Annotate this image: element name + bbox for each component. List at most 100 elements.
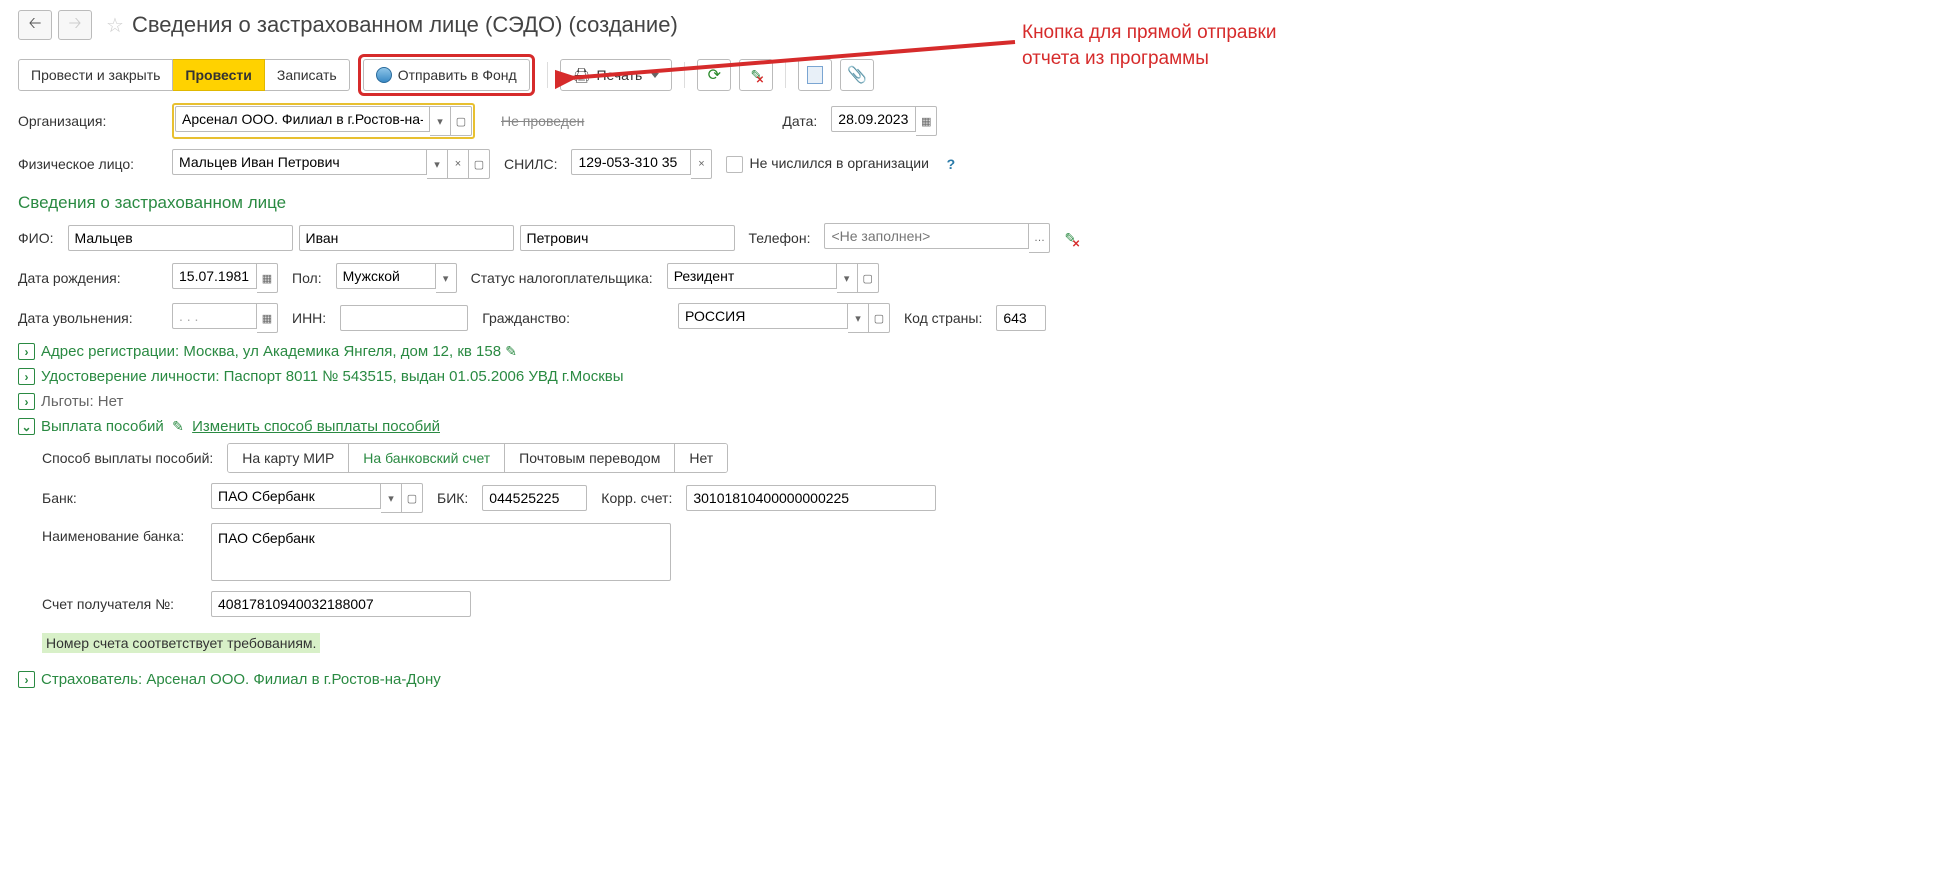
method-bank[interactable]: На банковский счет bbox=[349, 444, 505, 472]
tax-combo[interactable]: ▾ ▢ bbox=[667, 263, 879, 293]
org-dropdown[interactable]: ▾ bbox=[430, 106, 451, 136]
snils-label: СНИЛС: bbox=[504, 156, 557, 172]
country-input[interactable] bbox=[996, 305, 1046, 331]
nav-forward-button[interactable]: 🡢 bbox=[58, 10, 92, 40]
annotation-line2: отчета из программы bbox=[1022, 46, 1276, 72]
date-input[interactable] bbox=[831, 106, 916, 132]
phone-more[interactable]: … bbox=[1029, 223, 1050, 253]
calendar-icon[interactable]: ▦ bbox=[257, 263, 278, 293]
pencil-cancel-icon: ✎ bbox=[750, 67, 762, 84]
calendar-icon[interactable]: ▦ bbox=[257, 303, 278, 333]
benefits-expand[interactable] bbox=[18, 393, 35, 410]
snils-clear[interactable]: × bbox=[691, 149, 712, 179]
post-button[interactable]: Провести bbox=[173, 59, 264, 91]
person-dropdown[interactable]: ▾ bbox=[427, 149, 448, 179]
pencil-icon[interactable]: ✎ bbox=[172, 418, 184, 434]
citizen-input[interactable] bbox=[678, 303, 848, 329]
korr-label: Корр. счет: bbox=[601, 490, 672, 506]
insurer-link[interactable]: Страхователь: Арсенал ООО. Филиал в г.Ро… bbox=[41, 671, 441, 688]
favorite-icon[interactable]: ☆ bbox=[106, 13, 124, 38]
document-button[interactable] bbox=[798, 59, 832, 91]
person-clear[interactable]: × bbox=[448, 149, 469, 179]
birth-combo[interactable]: ▦ bbox=[172, 263, 278, 293]
address-link[interactable]: Адрес регистрации: Москва, ул Академика … bbox=[41, 343, 517, 360]
date-combo[interactable]: ▦ bbox=[831, 106, 937, 136]
tax-input[interactable] bbox=[667, 263, 837, 289]
snils-input[interactable] bbox=[571, 149, 691, 175]
fio-label: ФИО: bbox=[18, 230, 54, 246]
bankname-input[interactable] bbox=[211, 523, 671, 581]
lastname-input[interactable] bbox=[68, 225, 293, 251]
method-none[interactable]: Нет bbox=[675, 444, 727, 472]
citizen-combo[interactable]: ▾ ▢ bbox=[678, 303, 890, 333]
print-button[interactable]: 🖨 Печать bbox=[560, 59, 673, 91]
middlename-input[interactable] bbox=[520, 225, 735, 251]
bank-combo[interactable]: ▾ ▢ bbox=[211, 483, 423, 513]
bankname-label: Наименование банка: bbox=[42, 523, 197, 544]
firstname-input[interactable] bbox=[299, 225, 514, 251]
citizen-open[interactable]: ▢ bbox=[869, 303, 890, 333]
citizen-dropdown[interactable]: ▾ bbox=[848, 303, 869, 333]
method-post[interactable]: Почтовым переводом bbox=[505, 444, 675, 472]
refresh-icon: ⟳ bbox=[708, 65, 721, 85]
method-mir[interactable]: На карту МИР bbox=[228, 444, 349, 472]
phone-input[interactable] bbox=[824, 223, 1029, 249]
sex-dropdown[interactable]: ▾ bbox=[436, 263, 457, 293]
person-open[interactable]: ▢ bbox=[469, 149, 490, 179]
not-listed-checkbox[interactable]: Не числился в организации bbox=[726, 155, 928, 173]
snils-combo[interactable]: × bbox=[571, 149, 712, 179]
help-icon[interactable]: ? bbox=[943, 156, 959, 172]
pencil-icon[interactable]: ✎ bbox=[505, 343, 517, 359]
separator bbox=[684, 62, 685, 88]
sex-input[interactable] bbox=[336, 263, 436, 289]
date-label: Дата: bbox=[782, 113, 817, 129]
document-icon bbox=[807, 66, 823, 84]
bank-label: Банк: bbox=[42, 490, 197, 506]
send-label: Отправить в Фонд bbox=[398, 67, 517, 83]
bank-dropdown[interactable]: ▾ bbox=[381, 483, 402, 513]
address-expand[interactable] bbox=[18, 343, 35, 360]
payout-expand[interactable] bbox=[18, 418, 35, 435]
fire-input[interactable] bbox=[172, 303, 257, 329]
bik-input[interactable] bbox=[482, 485, 587, 511]
korr-input[interactable] bbox=[686, 485, 936, 511]
birth-input[interactable] bbox=[172, 263, 257, 289]
write-button[interactable]: Записать bbox=[265, 59, 350, 91]
paperclip-icon: 📎 bbox=[847, 65, 867, 85]
phone-label: Телефон: bbox=[749, 230, 811, 246]
separator bbox=[547, 62, 548, 88]
send-to-fund-button[interactable]: Отправить в Фонд bbox=[363, 59, 530, 91]
annotation-text: Кнопка для прямой отправки отчета из про… bbox=[1022, 20, 1276, 71]
inn-input[interactable] bbox=[340, 305, 468, 331]
bank-open[interactable]: ▢ bbox=[402, 483, 423, 513]
person-combo[interactable]: ▾ × ▢ bbox=[172, 149, 490, 179]
iddoc-expand[interactable] bbox=[18, 368, 35, 385]
chevron-down-icon bbox=[651, 73, 659, 78]
nav-back-button[interactable]: 🡠 bbox=[18, 10, 52, 40]
fire-combo[interactable]: ▦ bbox=[172, 303, 278, 333]
tax-dropdown[interactable]: ▾ bbox=[837, 263, 858, 293]
calendar-icon[interactable]: ▦ bbox=[916, 106, 937, 136]
refresh-button[interactable]: ⟳ bbox=[697, 59, 731, 91]
attach-button[interactable]: 📎 bbox=[840, 59, 874, 91]
insurer-expand[interactable] bbox=[18, 671, 35, 688]
person-label: Физическое лицо: bbox=[18, 156, 158, 172]
person-input[interactable] bbox=[172, 149, 427, 175]
insured-section-header: Сведения о застрахованном лице bbox=[18, 193, 1937, 213]
iddoc-link[interactable]: Удостоверение личности: Паспорт 8011 № 5… bbox=[41, 368, 624, 385]
phone-edit-cancel-icon[interactable]: ✎ bbox=[1064, 230, 1076, 247]
phone-combo[interactable]: … bbox=[824, 223, 1050, 253]
tax-open[interactable]: ▢ bbox=[858, 263, 879, 293]
sex-combo[interactable]: ▾ bbox=[336, 263, 457, 293]
change-method-link[interactable]: Изменить способ выплаты пособий bbox=[192, 418, 440, 435]
post-and-close-button[interactable]: Провести и закрыть bbox=[18, 59, 173, 91]
edit-cancel-button[interactable]: ✎ bbox=[739, 59, 773, 91]
org-input[interactable] bbox=[175, 106, 430, 132]
org-combo[interactable]: ▾ ▢ bbox=[175, 106, 472, 136]
page-title: Сведения о застрахованном лице (СЭДО) (с… bbox=[132, 12, 678, 38]
bank-input[interactable] bbox=[211, 483, 381, 509]
acct-input[interactable] bbox=[211, 591, 471, 617]
org-open[interactable]: ▢ bbox=[451, 106, 472, 136]
send-highlight: Отправить в Фонд bbox=[358, 54, 535, 96]
method-label: Способ выплаты пособий: bbox=[42, 450, 213, 466]
